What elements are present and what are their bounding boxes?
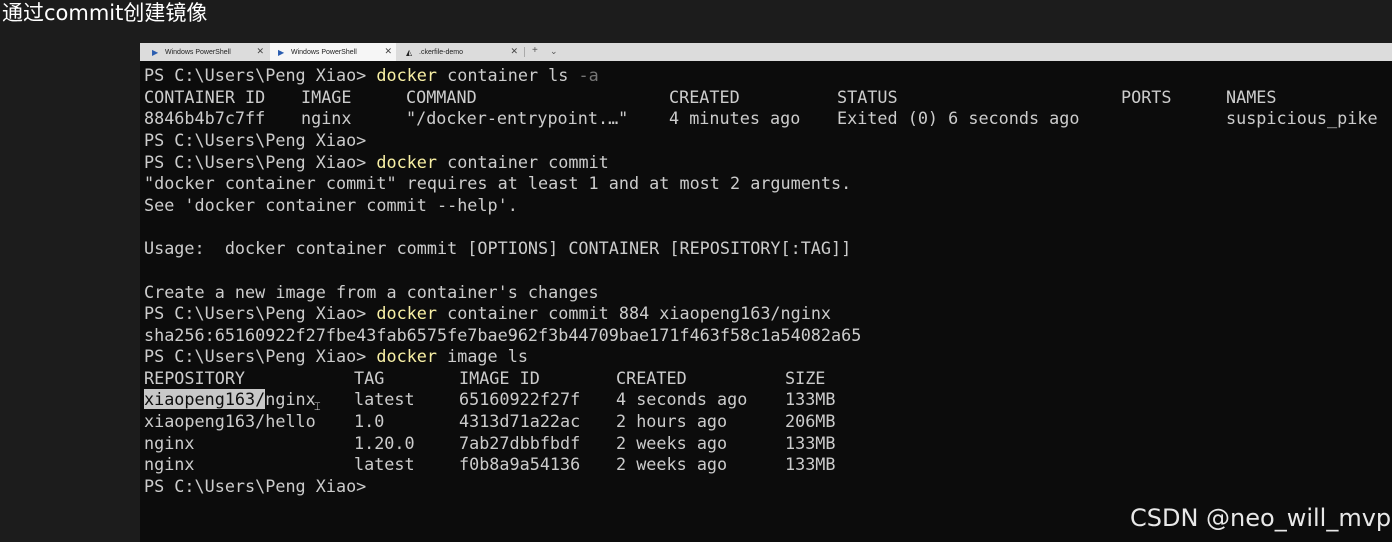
powershell-icon: ▶ xyxy=(278,47,285,57)
ps-header-container-id: CONTAINER ID xyxy=(144,87,266,107)
tab-label: Windows PowerShell xyxy=(291,48,357,56)
command-word: docker xyxy=(376,303,438,323)
img-id: f0b8a9a54136 xyxy=(459,454,581,474)
prompt-line[interactable]: PS C:\Users\Peng Xiao> xyxy=(144,476,366,498)
chevron-down-icon[interactable]: ⌄ xyxy=(550,46,558,57)
ps-header-ports: PORTS xyxy=(1121,87,1172,107)
img-tag: latest xyxy=(354,389,415,409)
img-created: 2 weeks ago xyxy=(616,454,728,474)
prompt: PS C:\Users\Peng Xiao> xyxy=(144,303,367,323)
watermark: CSDN @neo_will_mvp xyxy=(1130,504,1392,532)
img-created: 2 weeks ago xyxy=(616,433,728,453)
img-tag: 1.0 xyxy=(354,411,385,431)
command-args: container ls xyxy=(437,65,579,85)
ps-status: Exited (0) 6 seconds ago xyxy=(837,108,1080,128)
ps-header-command: COMMAND xyxy=(406,87,477,107)
close-icon[interactable]: ✕ xyxy=(384,46,392,57)
selected-text[interactable]: xiaopeng163/ xyxy=(144,389,266,409)
prompt-line: PS C:\Users\Peng Xiao> xyxy=(144,130,367,150)
linux-icon: ◭ xyxy=(406,47,413,57)
tab-powershell-1[interactable]: ▶ Windows PowerShell ✕ xyxy=(144,43,268,61)
img-size: 206MB xyxy=(785,411,836,431)
img-size: 133MB xyxy=(785,433,836,453)
prompt-line: PS C:\Users\Peng Xiao> docker image ls xyxy=(144,346,528,368)
sha-output: sha256:65160922f27fbe43fab6575fe7bae962f… xyxy=(144,325,862,345)
img-repo: nginx xyxy=(144,433,195,453)
img-id: 4313d71a22ac xyxy=(459,411,581,431)
description-line: Create a new image from a container's ch… xyxy=(144,282,599,302)
ps-header-status: STATUS xyxy=(837,87,898,107)
error-message: "docker container commit" requires at le… xyxy=(144,173,852,193)
img-header-created: CREATED xyxy=(616,368,687,388)
tab-label: Windows PowerShell xyxy=(165,48,231,56)
prompt-line: PS C:\Users\Peng Xiao> docker container … xyxy=(144,65,599,87)
img-id: 65160922f27f xyxy=(459,389,581,409)
prompt: PS C:\Users\Peng Xiao> xyxy=(144,152,367,172)
img-repo: nginx xyxy=(144,454,195,474)
img-created: 2 hours ago xyxy=(616,411,728,431)
command-args: container commit 884 xiaopeng163/nginx xyxy=(437,303,832,323)
command-word: docker xyxy=(376,65,438,85)
command-args: container commit xyxy=(437,152,609,172)
img-repo: xiaopeng163/hello xyxy=(144,411,316,431)
close-icon[interactable]: ✕ xyxy=(256,46,264,57)
img-header-tag: TAG xyxy=(354,368,385,388)
img-size: 133MB xyxy=(785,454,836,474)
ps-image: nginx xyxy=(301,108,352,128)
img-header-repository: REPOSITORY xyxy=(144,368,246,388)
img-repo: xiaopeng163/nginx xyxy=(144,389,316,411)
prompt-line: PS C:\Users\Peng Xiao> docker container … xyxy=(144,152,609,174)
ps-header-created: CREATED xyxy=(669,87,740,107)
tab-label: .ckerfile-demo xyxy=(419,48,463,56)
command-word: docker xyxy=(376,152,438,172)
img-header-size: SIZE xyxy=(785,368,826,388)
img-size: 133MB xyxy=(785,389,836,409)
img-tag: 1.20.0 xyxy=(354,433,415,453)
repo-rest: nginx xyxy=(265,389,316,409)
img-tag: latest xyxy=(354,454,415,474)
prompt-line: PS C:\Users\Peng Xiao> docker container … xyxy=(144,303,831,325)
usage-line: Usage: docker container commit [OPTIONS]… xyxy=(144,238,852,258)
img-created: 4 seconds ago xyxy=(616,389,748,409)
tab-bar: ▶ Windows PowerShell ✕ ▶ Windows PowerSh… xyxy=(140,43,1392,61)
help-hint: See 'docker container commit --help'. xyxy=(144,195,518,215)
prompt: PS C:\Users\Peng Xiao> xyxy=(144,65,367,85)
ps-command: "/docker-entrypoint.…" xyxy=(406,108,629,128)
ps-names: suspicious_pike xyxy=(1226,108,1378,128)
ps-container-id: 8846b4b7c7ff xyxy=(144,108,266,128)
powershell-icon: ▶ xyxy=(152,47,159,57)
img-header-image-id: IMAGE ID xyxy=(459,368,540,388)
prompt: PS C:\Users\Peng Xiao> xyxy=(144,346,367,366)
tab-divider xyxy=(524,47,525,57)
new-tab-icon[interactable]: + xyxy=(532,45,538,56)
img-id: 7ab27dbbfbdf xyxy=(459,433,581,453)
ps-header-image: IMAGE xyxy=(301,87,352,107)
close-icon[interactable]: ✕ xyxy=(510,46,518,57)
command-args: image ls xyxy=(437,346,528,366)
command-flag: -a xyxy=(578,65,599,85)
tab-dockerfile-demo[interactable]: ◭ .ckerfile-demo ✕ xyxy=(398,43,522,61)
ps-header-names: NAMES xyxy=(1226,87,1277,107)
tab-powershell-2[interactable]: ▶ Windows PowerShell ✕ xyxy=(270,43,396,61)
slide-title: 通过commit创建镜像 xyxy=(2,1,208,25)
command-word: docker xyxy=(376,346,438,366)
ps-created: 4 minutes ago xyxy=(669,108,801,128)
